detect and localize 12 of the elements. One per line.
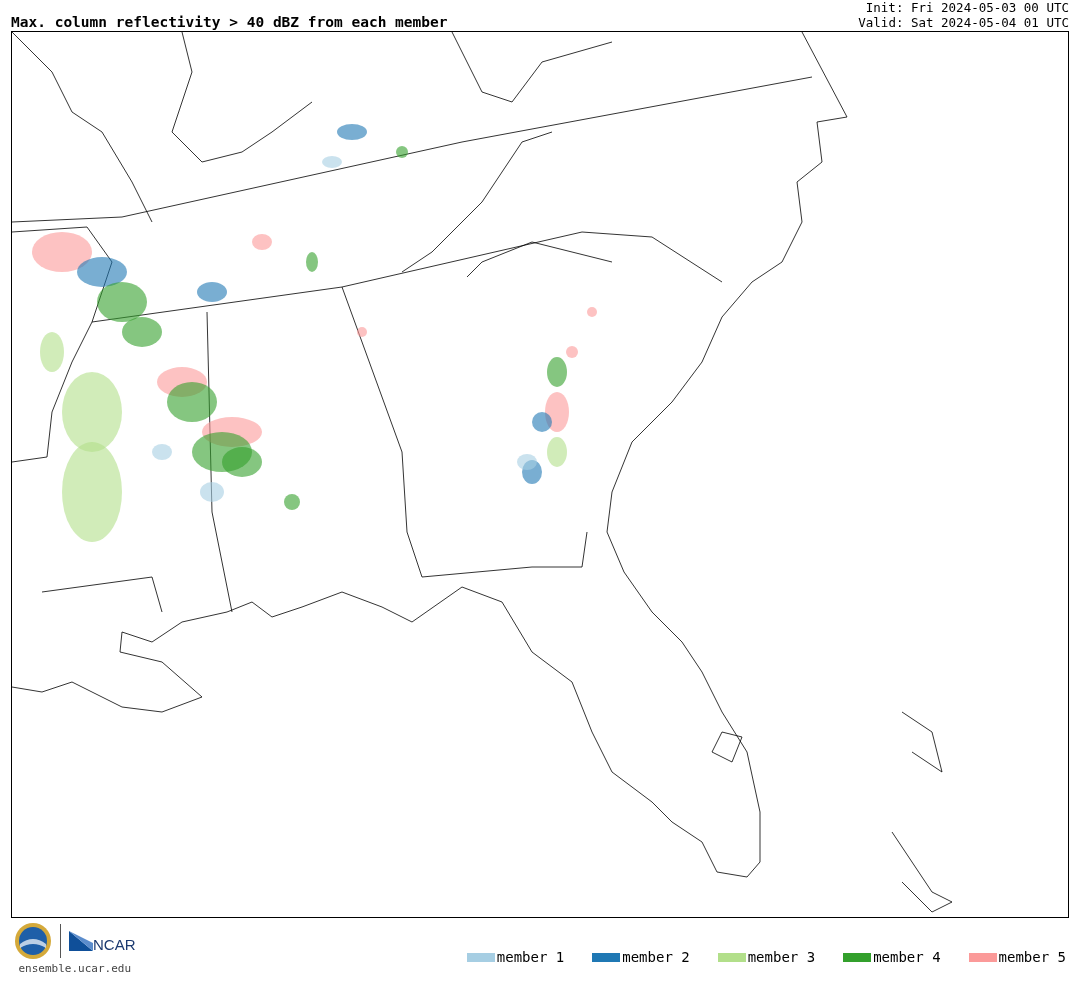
legend-label: member 2	[622, 949, 690, 965]
chart-title: Max. column reflectivity > 40 dBZ from each member	[11, 14, 448, 30]
legend-label: member 4	[873, 949, 941, 965]
legend-label: member 3	[747, 949, 816, 965]
seal-logo-icon	[14, 922, 52, 960]
site-url: ensemble.ucar.edu	[18, 962, 132, 975]
legend-label: member 5	[998, 949, 1066, 965]
ncar-mark-icon	[69, 931, 93, 951]
legend-label: member 1	[496, 949, 565, 965]
init-time: Init: Fri 2024-05-03 00 UTC	[864, 0, 1069, 15]
valid-time: Valid: Sat 2024-05-04 01 UTC	[858, 15, 1069, 30]
logo-text: NCAR	[93, 936, 136, 953]
